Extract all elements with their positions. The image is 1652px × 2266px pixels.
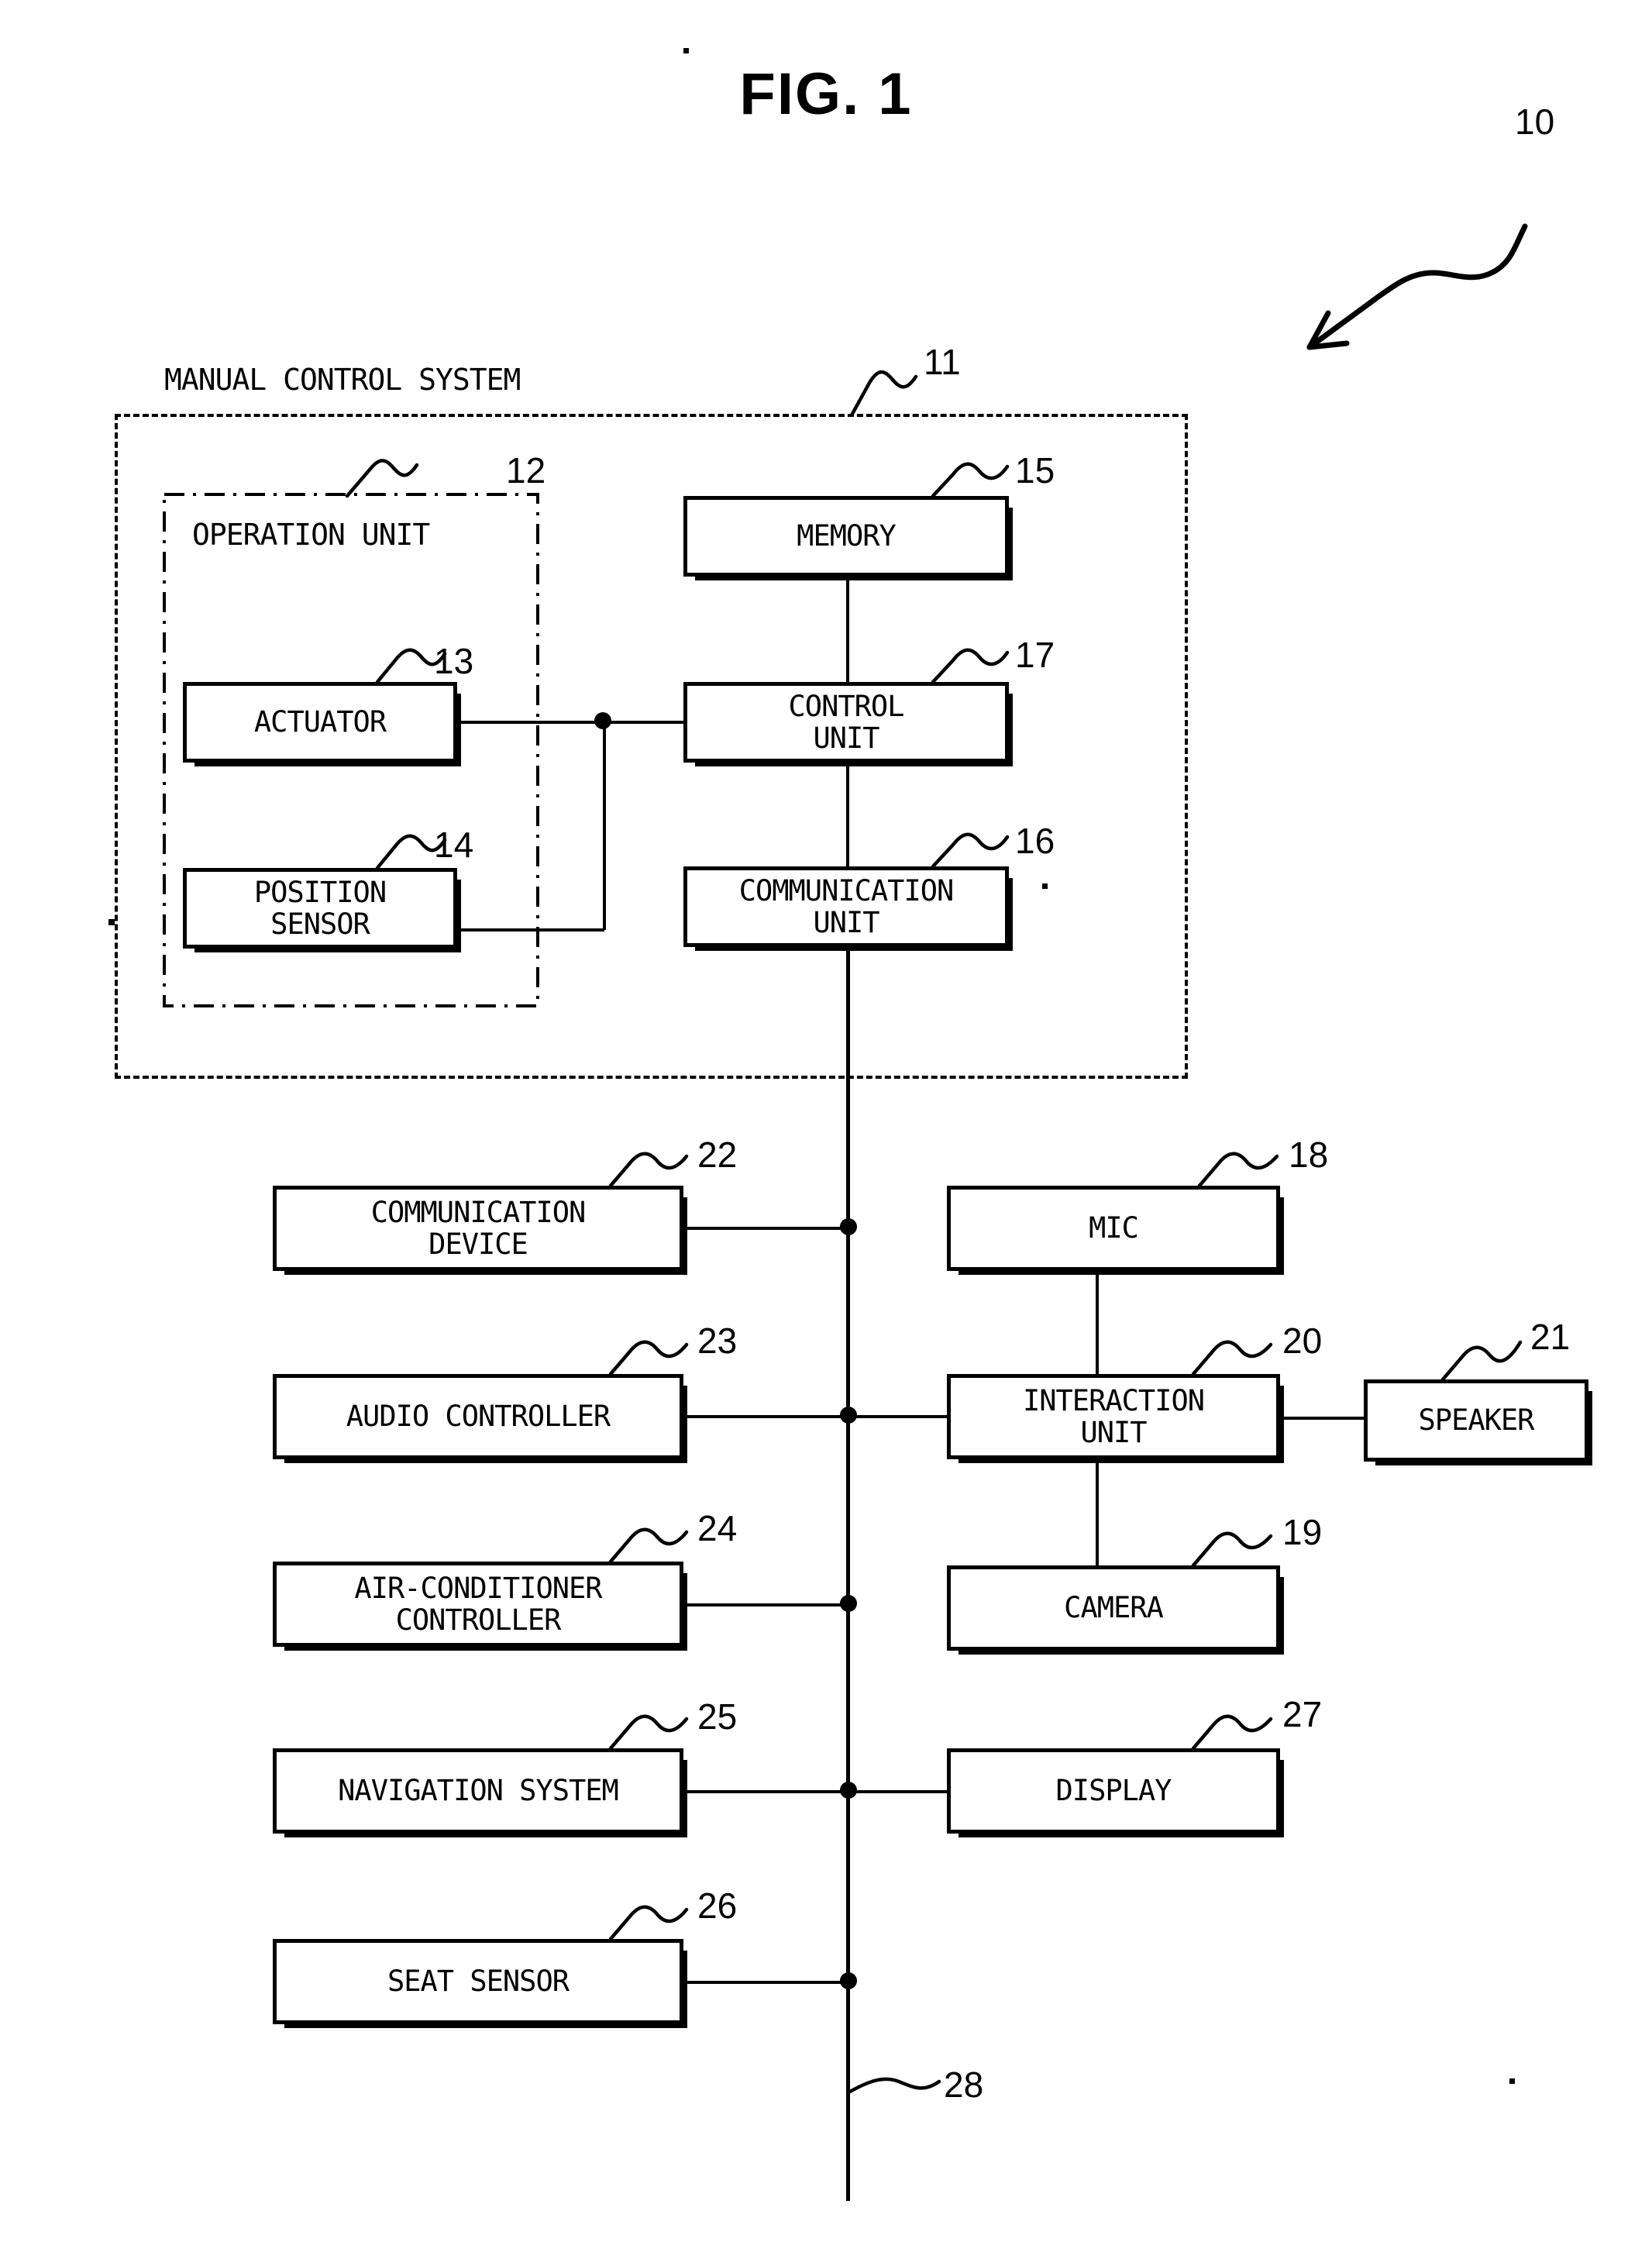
block-control-unit[interactable]: CONTROL UNIT xyxy=(683,682,1013,766)
ref-number-26: 26 xyxy=(697,1885,738,1926)
block-camera-label: CAMERA xyxy=(1064,1591,1164,1625)
ref-number-22: 22 xyxy=(697,1135,738,1175)
ref-number-10: 10 xyxy=(1515,102,1555,142)
scan-speck xyxy=(1042,883,1048,889)
junction-dot-air-conditioner-controller xyxy=(840,1595,857,1612)
ref-number-16: 16 xyxy=(1015,821,1055,861)
bus-line-28 xyxy=(846,947,850,2201)
wire-interaction-unit-to-camera xyxy=(1096,1459,1099,1566)
ref-number-18: 18 xyxy=(1289,1135,1329,1175)
operation-unit-label: OPERATION UNIT xyxy=(192,518,430,552)
wire-position-sensor-riser xyxy=(603,721,606,930)
wire-bus-to-display xyxy=(846,1790,948,1793)
ref-number-13: 13 xyxy=(434,641,474,681)
wire-memory-to-control-unit xyxy=(846,577,849,684)
junction-dot-seat-sensor xyxy=(840,1972,857,1989)
wire-mic-to-interaction-unit xyxy=(1096,1271,1099,1375)
block-memory-label: MEMORY xyxy=(797,519,897,553)
block-camera[interactable]: CAMERA xyxy=(947,1565,1284,1655)
block-communication-unit[interactable]: COMMUNICATION UNIT xyxy=(683,866,1013,951)
block-audio-controller[interactable]: AUDIO CONTROLLER xyxy=(273,1374,687,1463)
ref-number-24: 24 xyxy=(697,1508,738,1548)
ref-number-25: 25 xyxy=(697,1696,738,1737)
block-seat-sensor[interactable]: SEAT SENSOR xyxy=(273,1939,687,2028)
block-control-unit-label-line1: CONTROL xyxy=(788,689,905,723)
block-navigation-system-label: NAVIGATION SYSTEM xyxy=(338,1774,619,1808)
block-communication-unit-label-line1: COMMUNICATION xyxy=(738,873,955,907)
junction-dot-communication-device xyxy=(840,1218,857,1235)
block-display-label: DISPLAY xyxy=(1055,1774,1172,1808)
junction-dot-navigation-system xyxy=(840,1782,857,1799)
wire-air-conditioner-controller-to-bus xyxy=(683,1603,848,1607)
ref-number-14: 14 xyxy=(434,825,474,865)
wire-interaction-unit-to-speaker xyxy=(1280,1417,1365,1420)
block-position-sensor[interactable]: POSITION SENSOR xyxy=(183,868,461,952)
ref-number-27: 27 xyxy=(1282,1694,1323,1734)
block-interaction-unit-label-line2: UNIT xyxy=(1080,1416,1147,1449)
block-memory[interactable]: MEMORY xyxy=(683,496,1013,580)
block-display[interactable]: DISPLAY xyxy=(947,1748,1284,1837)
scan-speck xyxy=(683,48,689,53)
ref-number-11: 11 xyxy=(924,342,961,382)
wire-control-unit-to-communication-unit xyxy=(846,763,849,868)
ref-number-20: 20 xyxy=(1282,1321,1323,1361)
wire-position-sensor-lead xyxy=(457,928,604,932)
manual-control-system-label: MANUAL CONTROL SYSTEM xyxy=(164,363,521,397)
block-communication-device[interactable]: COMMUNICATION DEVICE xyxy=(273,1186,687,1275)
patent-figure-page: FIG. 1 10 MANUAL CONTROL SYSTEM 11 OPERA… xyxy=(0,0,1652,2266)
block-air-conditioner-controller-label-line2: CONTROLLER xyxy=(395,1603,562,1637)
figure-title: FIG. 1 xyxy=(739,61,913,127)
wire-seat-sensor-to-bus xyxy=(683,1981,848,1984)
scan-speck xyxy=(108,919,115,925)
block-communication-unit-label-line2: UNIT xyxy=(813,906,879,939)
block-speaker[interactable]: SPEAKER xyxy=(1364,1379,1592,1465)
block-interaction-unit[interactable]: INTERACTION UNIT xyxy=(947,1374,1284,1463)
block-position-sensor-label-line2: SENSOR xyxy=(270,907,370,941)
junction-dot-operation-unit xyxy=(594,712,611,729)
ref-number-21: 21 xyxy=(1530,1317,1571,1357)
wire-communication-device-to-bus xyxy=(683,1227,848,1230)
wire-navigation-system-to-bus xyxy=(683,1790,848,1793)
block-control-unit-label-line2: UNIT xyxy=(813,721,879,755)
wire-audio-controller-to-bus xyxy=(683,1415,848,1418)
block-navigation-system[interactable]: NAVIGATION SYSTEM xyxy=(273,1748,687,1837)
wire-bus-to-interaction-unit xyxy=(846,1415,948,1418)
ref-number-12: 12 xyxy=(506,450,546,491)
scan-speck xyxy=(1509,2078,1515,2084)
block-air-conditioner-controller-label-line1: AIR-CONDITIONER xyxy=(354,1571,602,1605)
block-mic[interactable]: MIC xyxy=(947,1186,1284,1275)
block-seat-sensor-label: SEAT SENSOR xyxy=(387,1965,570,1999)
block-communication-device-label-line1: COMMUNICATION xyxy=(370,1195,587,1229)
ref-number-17: 17 xyxy=(1015,635,1055,675)
block-speaker-label: SPEAKER xyxy=(1418,1403,1535,1438)
junction-dot-audio-controller xyxy=(840,1407,857,1424)
block-audio-controller-label: AUDIO CONTROLLER xyxy=(346,1400,611,1434)
ref-number-28: 28 xyxy=(944,2065,984,2105)
block-air-conditioner-controller[interactable]: AIR-CONDITIONER CONTROLLER xyxy=(273,1562,687,1651)
block-communication-device-label-line2: DEVICE xyxy=(428,1228,528,1261)
ref-number-19: 19 xyxy=(1282,1512,1323,1552)
wire-junction-to-control-unit xyxy=(603,721,685,724)
ref-number-15: 15 xyxy=(1015,450,1055,491)
ref-number-23: 23 xyxy=(697,1321,738,1361)
block-mic-label: MIC xyxy=(1089,1211,1139,1245)
block-actuator-label: ACTUATOR xyxy=(253,705,387,739)
leader-lines xyxy=(345,223,1528,2095)
block-position-sensor-label-line1: POSITION xyxy=(253,875,387,909)
block-interaction-unit-label-line1: INTERACTION xyxy=(1022,1383,1205,1417)
block-actuator[interactable]: ACTUATOR xyxy=(183,682,461,766)
